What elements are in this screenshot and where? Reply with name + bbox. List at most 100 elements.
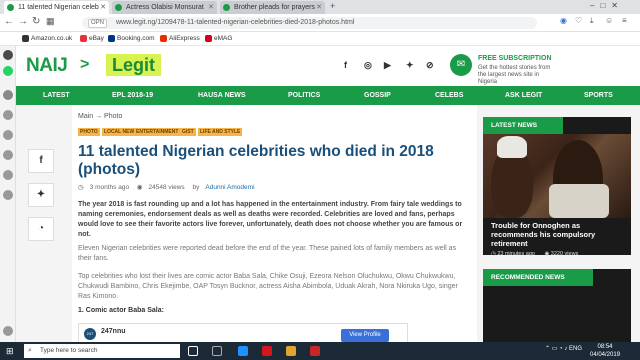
twitter-share-button[interactable]: ✦ xyxy=(28,183,54,207)
user-icon[interactable]: ☺ xyxy=(605,16,613,25)
logo-arrow: > xyxy=(80,56,90,73)
microphone-icon[interactable] xyxy=(188,346,198,356)
taskbar-clock[interactable]: 08:54 04/04/2019 xyxy=(590,343,620,359)
subscription-text: Get the hottest stories from the largest… xyxy=(478,65,551,85)
tag-entertainment[interactable]: ENTERTAINMENT xyxy=(134,128,181,136)
tab-label: Brother pleads for prayers xyxy=(234,4,315,11)
new-tab-icon[interactable]: + xyxy=(330,1,335,11)
tag-photo[interactable]: PHOTO xyxy=(78,128,100,136)
taskbar-search[interactable]: ⌕ Type here to search xyxy=(24,344,180,358)
nav-hausa-news[interactable]: HAUSA NEWS xyxy=(198,86,246,105)
back-icon[interactable]: ← xyxy=(4,16,14,27)
facebook-icon[interactable]: f xyxy=(344,60,347,70)
language-indicator: ENG xyxy=(569,346,583,352)
windows-start-icon[interactable]: ⊞ xyxy=(6,346,14,357)
nav-epl[interactable]: EPL 2018-19 xyxy=(112,86,153,105)
article-title: 11 talented Nigerian celebrities who die… xyxy=(78,143,434,178)
close-icon[interactable]: ✕ xyxy=(316,1,322,14)
bookmark-item[interactable]: AliExpress xyxy=(160,32,200,46)
system-tray[interactable]: ⌃ ▭ ◔ ♪ ENG xyxy=(545,345,582,352)
nav-sports[interactable]: SPORTS xyxy=(584,86,613,105)
menu-icon[interactable]: ≡ xyxy=(622,16,627,25)
forward-icon[interactable]: → xyxy=(18,16,28,27)
youtube-icon[interactable]: ▶ xyxy=(384,60,391,71)
latest-news-heading: LATEST NEWS xyxy=(483,117,563,134)
view-profile-button[interactable]: View Profile xyxy=(341,329,389,342)
address-bar-row: ← → ↻ ▦ OPN www.legit.ng/1209478-11-tale… xyxy=(0,14,640,32)
nav-latest[interactable]: LATEST xyxy=(43,86,70,105)
instagram-embed: 247 247nnu View Profile xyxy=(78,323,408,342)
messenger-share-button[interactable]: ◔ xyxy=(28,217,54,241)
secure-badge: OPN xyxy=(88,19,108,28)
article-paragraph: Top celebrities who lost their lives are… xyxy=(78,273,458,300)
url-field[interactable]: OPN www.legit.ng/1209478-11-talented-nig… xyxy=(82,17,537,29)
tray-icons: ⌃ ▭ ◔ ♪ xyxy=(545,346,569,352)
article-meta: ◷ 3 months ago ◉ 24548 views by Adunni Amod… xyxy=(78,183,261,191)
edge-icon[interactable] xyxy=(238,346,248,356)
nav-gossip[interactable]: GOSSIP xyxy=(364,86,391,105)
tag-gist[interactable]: GIST xyxy=(180,128,196,136)
facebook-share-button[interactable]: f xyxy=(28,149,54,173)
bookmark-item[interactable]: Amazon.co.uk xyxy=(22,32,72,46)
more-icon[interactable] xyxy=(3,326,13,336)
close-icon[interactable]: ✕ xyxy=(208,1,214,14)
nav-politics[interactable]: POLITICS xyxy=(288,86,320,105)
opera-icon[interactable] xyxy=(262,346,272,356)
ebay-icon xyxy=(80,34,87,42)
download-icon[interactable]: ⤓ xyxy=(590,16,594,26)
speed-dial-icon[interactable]: ▦ xyxy=(46,16,55,27)
close-icon[interactable]: ✕ xyxy=(100,1,106,14)
task-view-icon[interactable] xyxy=(212,346,222,356)
breadcrumb[interactable]: Main → Photo xyxy=(78,113,122,120)
post-time: 3 months ago xyxy=(89,184,130,191)
nav-celebs[interactable]: CELEBS xyxy=(435,86,463,105)
twitter-icon[interactable]: ✦ xyxy=(406,60,414,71)
tab-favicon xyxy=(223,4,230,11)
history-icon[interactable] xyxy=(3,110,13,120)
author-link[interactable]: Adunni Amodemi xyxy=(205,184,254,191)
search-icon: ⌕ xyxy=(28,347,32,354)
latest-news-card[interactable]: LATEST NEWS Trouble for Onnoghen as reco… xyxy=(483,117,631,257)
reload-icon[interactable]: ↻ xyxy=(32,16,40,27)
nav-ask-legit[interactable]: ASK LEGIT xyxy=(505,86,542,105)
tag-life-and-style[interactable]: LIFE AND STYLE xyxy=(198,128,243,136)
clock-icon[interactable] xyxy=(3,170,13,180)
window-controls-icon[interactable]: –□✕ xyxy=(590,1,624,10)
tab-1[interactable]: 11 talented Nigerian celeb ✕ xyxy=(4,1,109,14)
pinterest-icon[interactable]: ⊘ xyxy=(426,60,434,71)
recommended-news-heading: RECOMMENDED NEWS xyxy=(483,269,593,286)
bookmark-heart-icon[interactable]: ♡ xyxy=(575,16,582,25)
amazon-icon xyxy=(22,34,29,42)
latest-news-title[interactable]: Trouble for Onnoghen as recommends his c… xyxy=(491,221,627,248)
tab-favicon xyxy=(115,4,122,11)
tab-2[interactable]: Actress Olabisi Monsurat ✕ xyxy=(112,1,217,14)
vpn-icon[interactable]: ◉ xyxy=(560,16,567,25)
subscription-title[interactable]: FREE SUBSCRIPTION xyxy=(478,55,552,62)
naij-logo[interactable]: NAIJ xyxy=(26,55,68,77)
bookmark-item[interactable]: eBay xyxy=(80,32,104,46)
content-area: f ✦ ◔ Main → Photo PHOTO LOCAL NEWS ENTE… xyxy=(16,105,640,342)
messenger-icon[interactable] xyxy=(3,50,13,60)
legit-logo[interactable]: Legit xyxy=(106,54,161,76)
bookmark-item[interactable]: Booking.com xyxy=(108,32,155,46)
app-icon[interactable] xyxy=(310,346,320,356)
instagram-icon[interactable]: ◎ xyxy=(364,60,372,71)
latest-news-meta: ◷ 23 minutes ago ◉ 3220 views xyxy=(491,251,579,257)
main-nav: LATEST EPL 2018-19 HAUSA NEWS POLITICS G… xyxy=(16,86,640,105)
bookmark-item[interactable]: eMAG xyxy=(205,32,232,46)
heart-icon[interactable] xyxy=(3,150,13,160)
author-prefix: by xyxy=(192,184,200,191)
mail-icon[interactable]: ✉ xyxy=(450,54,472,76)
snapshot-icon[interactable] xyxy=(3,130,13,140)
whatsapp-icon[interactable] xyxy=(3,66,13,76)
embed-username[interactable]: 247nnu xyxy=(101,328,126,335)
emag-icon xyxy=(205,34,212,42)
tab-3[interactable]: Brother pleads for prayers ✕ xyxy=(220,1,325,14)
avatar[interactable]: 247 xyxy=(84,328,96,340)
file-explorer-icon[interactable] xyxy=(286,346,296,356)
bookmarks-bar: Amazon.co.uk eBay Booking.com AliExpress… xyxy=(0,32,640,46)
section-heading: 1. Comic actor Baba Sala: xyxy=(78,307,164,314)
view-count: 24548 views xyxy=(148,184,185,191)
speed-dial-icon[interactable] xyxy=(3,90,13,100)
extensions-icon[interactable] xyxy=(3,190,13,200)
